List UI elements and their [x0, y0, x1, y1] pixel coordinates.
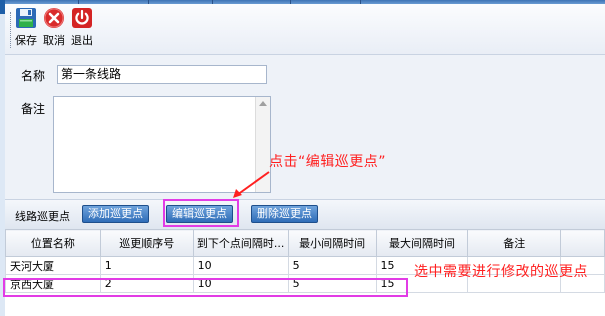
toolbar: 保存 取消 退出	[5, 4, 605, 55]
table-cell[interactable]: 5	[287, 256, 377, 275]
select-hint-annotation: 选中需要进行修改的巡更点	[414, 264, 588, 280]
close-icon	[44, 8, 64, 28]
edit-button-highlight	[163, 199, 239, 227]
patrol-section-title: 线路巡更点	[15, 210, 70, 223]
scroll-up-icon[interactable]	[259, 101, 267, 106]
patrol-points-bar: 线路巡更点 添加巡更点 编辑巡更点 删除巡更点	[5, 199, 605, 229]
edit-hint-annotation: 点击“编辑巡更点”	[269, 154, 387, 170]
name-label: 名称	[21, 69, 46, 83]
column-header[interactable]: 巡更顺序号	[99, 229, 194, 257]
save-icon	[16, 8, 36, 28]
save-label: 保存	[15, 34, 37, 47]
column-header[interactable]: 位置名称	[5, 229, 101, 257]
hint-arrow-icon	[233, 171, 270, 198]
save-button[interactable]: 保存	[12, 7, 40, 48]
power-icon	[72, 8, 92, 28]
column-header-filler	[560, 229, 605, 257]
name-input[interactable]: 第一条线路	[57, 65, 267, 84]
note-label: 备注	[21, 102, 46, 116]
exit-label: 退出	[71, 34, 93, 47]
table-cell[interactable]: 天河大厦	[5, 256, 101, 275]
table-cell[interactable]: 10	[192, 256, 289, 275]
column-header[interactable]: 最小间隔时间	[287, 229, 377, 257]
cancel-button[interactable]: 取消	[40, 7, 68, 48]
column-header[interactable]: 最大间隔时间	[375, 229, 469, 257]
route-form: 名称 第一条线路 备注	[5, 55, 605, 199]
table-cell[interactable]: 1	[99, 256, 194, 275]
delete-patrol-point-button[interactable]: 删除巡更点	[251, 205, 318, 223]
column-header[interactable]: 到下个点间隔时...	[192, 229, 289, 257]
add-patrol-point-button[interactable]: 添加巡更点	[82, 205, 149, 223]
column-header[interactable]: 备注	[467, 229, 562, 257]
exit-button[interactable]: 退出	[68, 7, 96, 48]
selected-row-highlight	[3, 278, 408, 297]
cancel-label: 取消	[43, 34, 65, 47]
